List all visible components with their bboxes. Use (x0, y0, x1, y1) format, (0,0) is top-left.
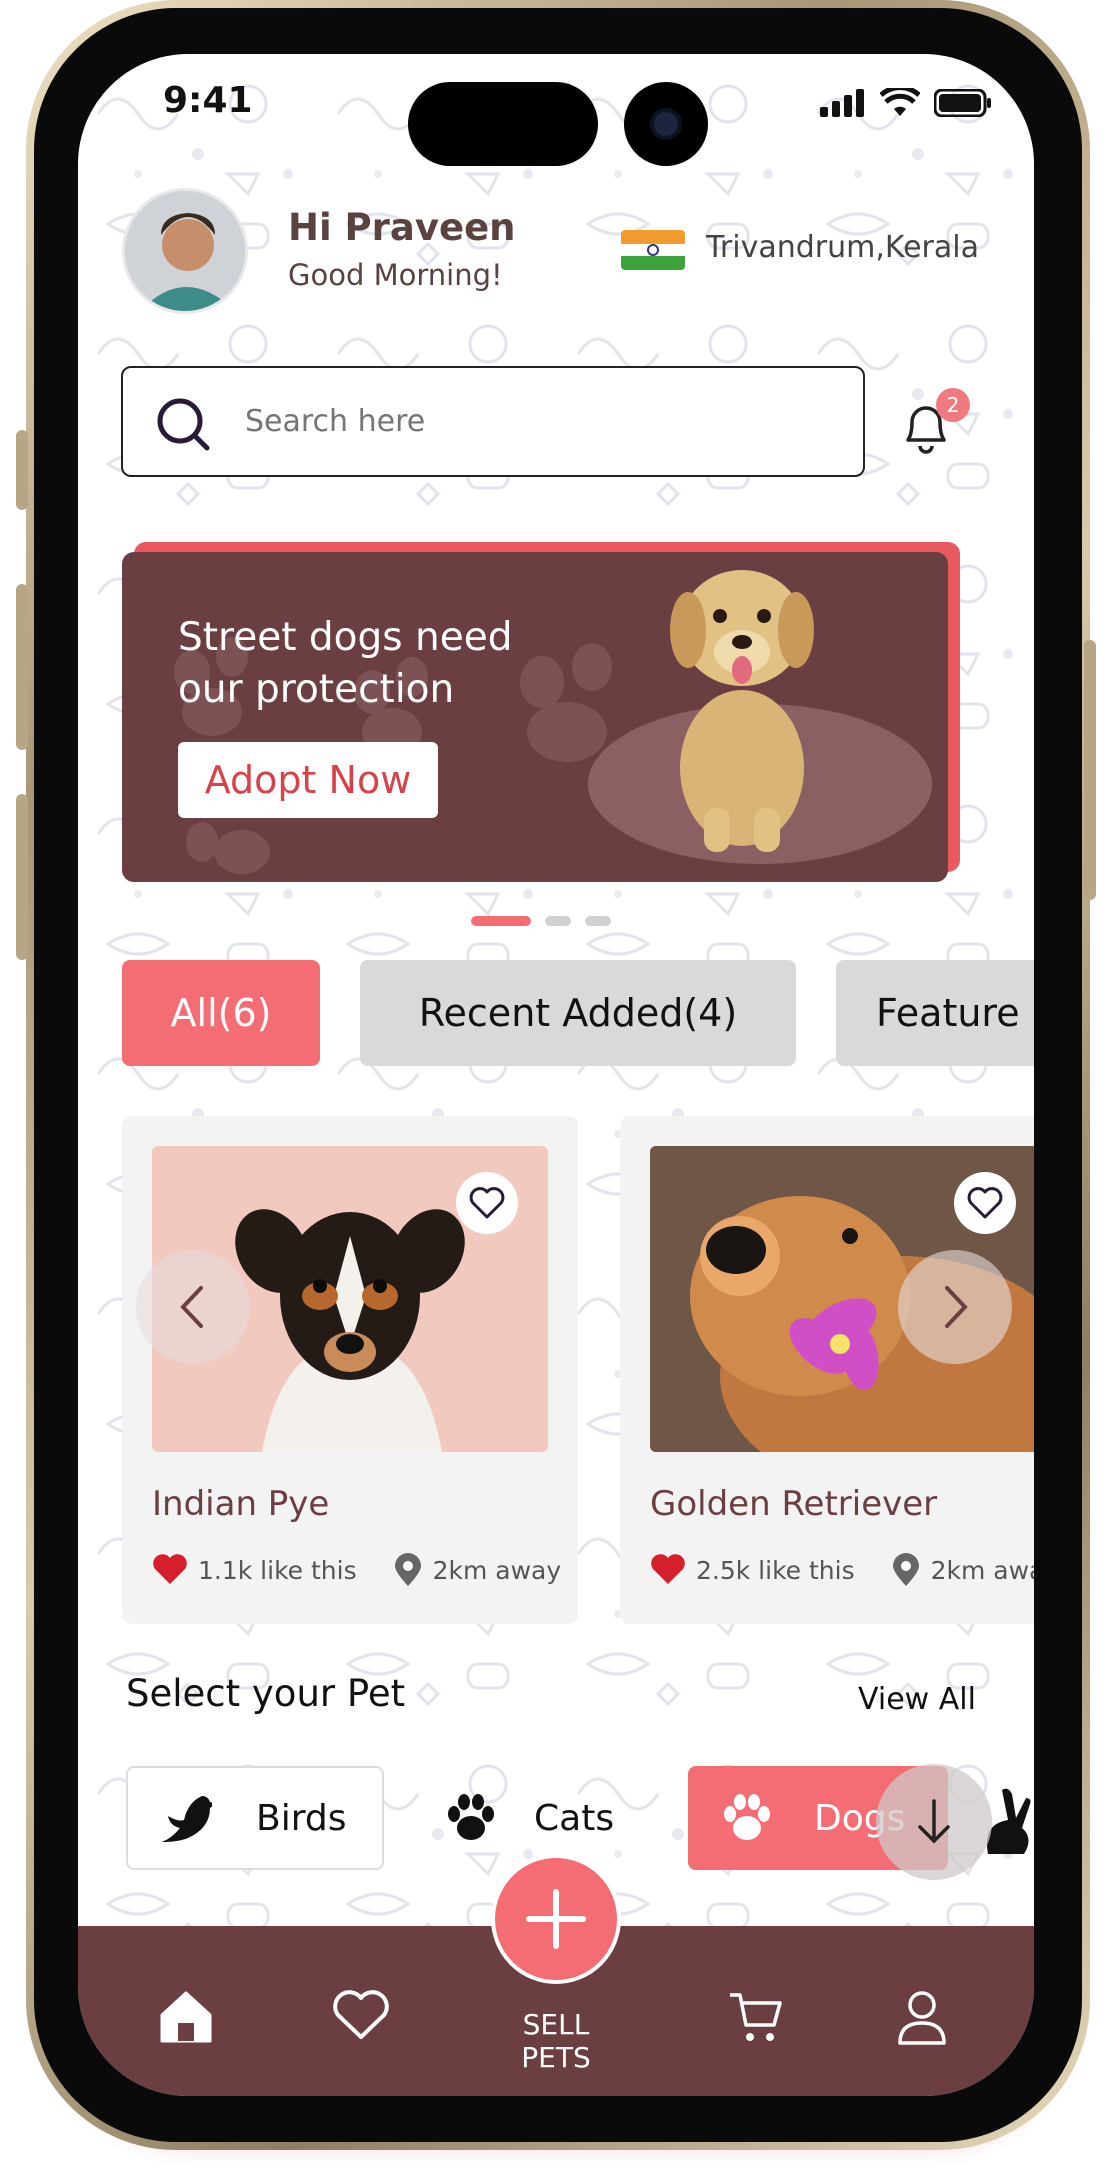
notification-badge: 2 (936, 388, 970, 422)
power-button (1084, 640, 1096, 900)
status-bar: 9:41 (78, 54, 1034, 166)
carousel-next-button[interactable] (898, 1250, 1012, 1364)
pagination-dot[interactable] (545, 916, 571, 926)
scroll-down-button[interactable] (876, 1764, 992, 1880)
pet-meta: 1.1k like this 2km away (152, 1552, 561, 1588)
battery-icon (934, 89, 991, 117)
search-icon (157, 398, 210, 451)
pet-name: Indian Pye (152, 1484, 330, 1524)
volume-up-button (16, 584, 28, 750)
wifi-icon (880, 88, 920, 116)
pet-distance: 2km away (930, 1555, 1034, 1585)
pagination-dot-active[interactable] (471, 916, 531, 926)
carousel-prev-button[interactable] (136, 1250, 250, 1364)
cart-icon[interactable] (728, 1989, 784, 2045)
front-camera (624, 82, 708, 166)
mute-switch (16, 430, 28, 510)
app-screen: 9:41 Hi Praveen Good Morning! Trivandrum… (78, 54, 1034, 2096)
category-label: Birds (256, 1797, 347, 1839)
avatar[interactable] (122, 188, 248, 314)
pet-likes: 1.1k like this (198, 1555, 357, 1585)
profile-icon[interactable] (896, 1989, 948, 2045)
location-pin-icon (892, 1553, 919, 1586)
adopt-now-button[interactable]: Adopt Now (178, 742, 438, 818)
heart-outline-icon (967, 1187, 1003, 1219)
location-label[interactable]: Trivandrum,Kerala (706, 230, 979, 265)
tab-all[interactable]: All(6) (122, 960, 320, 1066)
tab-feature[interactable]: Feature (836, 960, 1034, 1066)
pet-distance: 2km away (432, 1555, 562, 1585)
search-bar[interactable] (121, 366, 865, 477)
pet-name: Golden Retriever (650, 1484, 938, 1524)
bird-icon (162, 1796, 212, 1842)
category-label: Cats (534, 1797, 615, 1839)
puppy-illustration (670, 570, 814, 852)
heart-filled-icon (153, 1554, 187, 1584)
phone-mockup: 9:41 Hi Praveen Good Morning! Trivandrum… (0, 0, 1112, 2184)
sell-pets-label: SELL PETS (521, 2008, 591, 2074)
india-flag-icon (621, 230, 685, 270)
pet-likes: 2.5k like this (696, 1555, 855, 1585)
arrow-down-icon (918, 1799, 950, 1844)
signal-icon (820, 89, 864, 117)
greeting-subtitle: Good Morning! (288, 258, 503, 292)
pet-meta: 2.5k like this 2km away (650, 1552, 1034, 1588)
favorite-button[interactable] (456, 1172, 518, 1234)
sell-pets-button[interactable] (491, 1854, 621, 1984)
location-pin-icon (394, 1553, 421, 1586)
pet-card[interactable]: Golden Retriever 2.5k like this 2km away (620, 1116, 1034, 1624)
category-birds[interactable]: Birds (126, 1766, 384, 1870)
search-input[interactable] (245, 404, 805, 439)
section-title: Select your Pet (126, 1672, 406, 1715)
greeting-title: Hi Praveen (288, 206, 516, 249)
banner-pagination (471, 916, 611, 926)
promo-banner[interactable]: Street dogs need our protection Adopt No… (122, 552, 948, 882)
pagination-dot[interactable] (585, 916, 611, 926)
dynamic-island (408, 82, 598, 166)
view-all-link[interactable]: View All (858, 1682, 976, 1717)
paw-icon (448, 1794, 494, 1840)
heart-outline-icon[interactable] (332, 1989, 390, 2041)
chevron-left-icon (180, 1286, 203, 1328)
pet-card[interactable]: Indian Pye 1.1k like this 2km away (122, 1116, 578, 1624)
paw-icon (724, 1794, 770, 1840)
home-icon[interactable] (158, 1989, 214, 2045)
heart-outline-icon (469, 1187, 505, 1219)
heart-filled-icon (651, 1554, 685, 1584)
status-time: 9:41 (163, 80, 253, 121)
chevron-right-icon (945, 1286, 968, 1328)
banner-title: Street dogs need our protection (178, 615, 513, 712)
plus-icon (526, 1889, 586, 1949)
volume-down-button (16, 794, 28, 960)
tab-recent-added[interactable]: Recent Added(4) (360, 960, 796, 1066)
favorite-button[interactable] (954, 1172, 1016, 1234)
